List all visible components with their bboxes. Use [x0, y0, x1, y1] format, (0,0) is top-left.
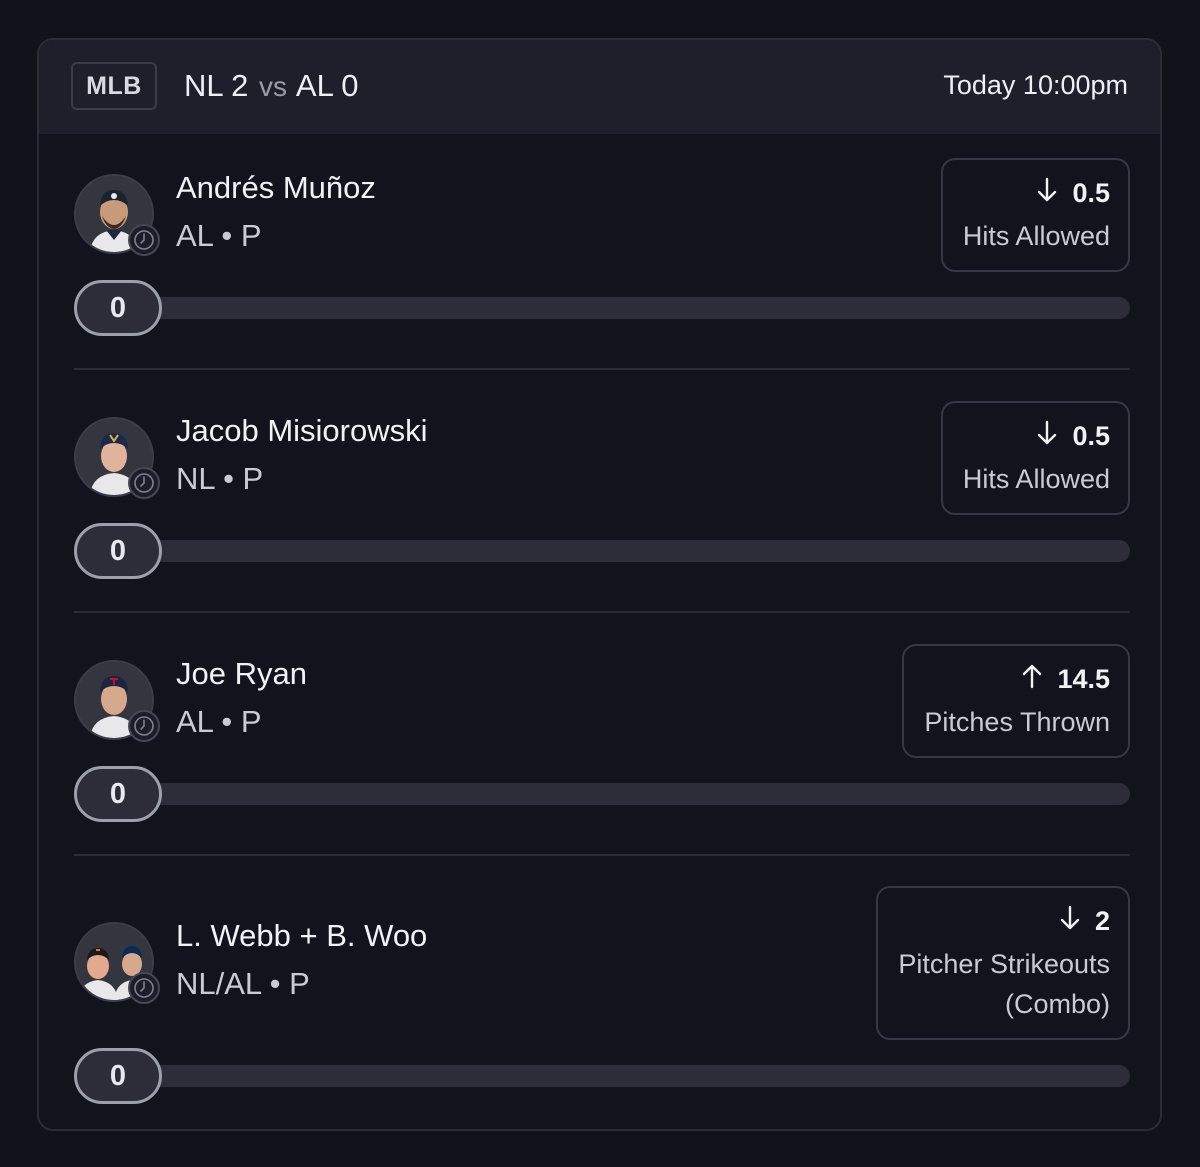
avatar [74, 417, 160, 499]
away-score: 0 [341, 68, 359, 103]
game-card: MLB NL 2 vs AL 0 Today 10:00pm Andrés Mu… [37, 38, 1162, 1131]
prop-line-button[interactable]: 14.5 Pitches Thrown [902, 644, 1130, 758]
progress-bar: 0 [74, 523, 1130, 579]
arrow-up-icon [1021, 662, 1043, 697]
prop-stat-line-1: Pitcher Strikeouts [898, 949, 1110, 979]
progress-bar: 0 [74, 280, 1130, 336]
arrow-down-icon [1036, 176, 1058, 211]
arrow-down-icon [1059, 904, 1081, 939]
clock-icon [128, 710, 160, 742]
current-value: 0 [74, 523, 162, 579]
progress-track [134, 297, 1130, 319]
avatar [74, 174, 160, 256]
league-badge: MLB [71, 62, 157, 110]
progress-track [134, 783, 1130, 805]
current-value: 0 [74, 280, 162, 336]
avatar [74, 660, 160, 742]
player-team-position: NL/AL • P [176, 966, 310, 1001]
prop-line: 0.5 [963, 176, 1110, 210]
divider [74, 854, 1130, 856]
prop-stat: Hits Allowed [962, 221, 1110, 251]
home-score: 2 [231, 68, 249, 103]
player-name: Jacob Misiorowski [176, 413, 428, 448]
prop-stat: Hits Allowed [962, 464, 1110, 494]
prop-line: 2 [898, 904, 1110, 938]
player-team-position: AL • P [176, 218, 262, 253]
player-team-position: AL • P [176, 704, 262, 739]
prop-line-button[interactable]: 0.5 Hits Allowed [940, 158, 1130, 272]
progress-bar: 0 [74, 766, 1130, 822]
game-header: MLB NL 2 vs AL 0 Today 10:00pm [39, 40, 1160, 134]
prop-value: 0.5 [1072, 177, 1110, 208]
vs-label: vs [258, 71, 287, 102]
prop-value: 0.5 [1072, 420, 1110, 451]
progress-track [134, 1065, 1130, 1087]
progress-bar: 0 [74, 1048, 1130, 1104]
clock-icon [128, 224, 160, 256]
arrow-down-icon [1036, 419, 1058, 454]
player-name: L. Webb + B. Woo [176, 918, 428, 953]
clock-icon [128, 972, 160, 1004]
prop-stat-line-2: (Combo) [1004, 989, 1110, 1019]
prop-stat: Pitches Thrown [924, 707, 1110, 737]
clock-icon [128, 467, 160, 499]
player-name: Andrés Muñoz [176, 170, 376, 205]
prop-line: 14.5 [924, 662, 1110, 696]
player-team-position: NL • P [176, 461, 264, 496]
player-name: Joe Ryan [176, 656, 307, 691]
divider [74, 368, 1130, 370]
divider [74, 611, 1130, 613]
prop-value: 14.5 [1057, 663, 1110, 694]
game-time: Today 10:00pm [943, 70, 1128, 100]
away-team: AL [295, 68, 333, 103]
prop-value: 2 [1094, 905, 1110, 936]
game-score: NL 2 vs AL 0 [184, 68, 359, 104]
prop-line: 0.5 [963, 419, 1110, 453]
current-value: 0 [74, 766, 162, 822]
avatar [74, 922, 160, 1004]
progress-track [134, 540, 1130, 562]
home-team: NL [184, 68, 223, 103]
current-value: 0 [74, 1048, 162, 1104]
prop-line-button[interactable]: 2 Pitcher Strikeouts (Combo) [876, 886, 1130, 1040]
prop-stat: Pitcher Strikeouts (Combo) [898, 944, 1110, 1024]
prop-line-button[interactable]: 0.5 Hits Allowed [940, 401, 1130, 515]
